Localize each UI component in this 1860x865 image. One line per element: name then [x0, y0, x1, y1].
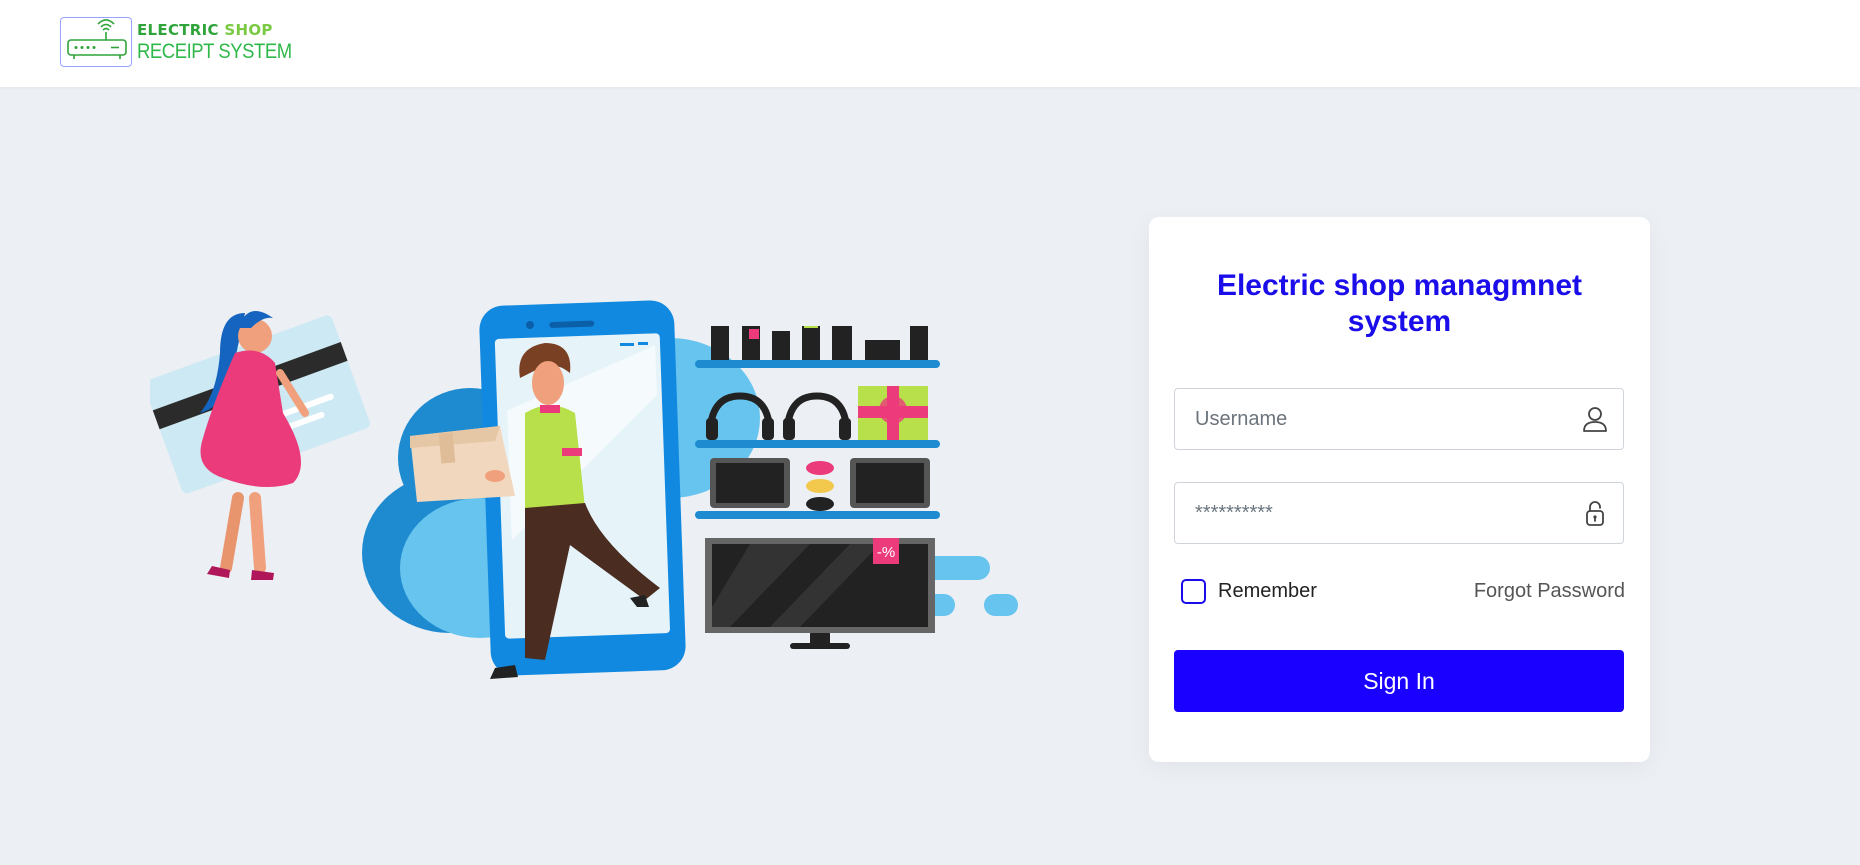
logo-word-shop: SHOP: [224, 20, 273, 39]
lock-icon: [1581, 499, 1609, 527]
remember-label: Remember: [1218, 580, 1317, 602]
top-navbar: ELECTRIC SHOP RECEIPT SYSTEM: [0, 0, 1860, 87]
discount-badge: -%: [877, 544, 895, 561]
router-icon: [60, 17, 132, 67]
page-title: Electric shop managmnet system: [1216, 269, 1583, 338]
login-card: Electric shop managmnet system Remember …: [1149, 217, 1650, 762]
forgot-password-link[interactable]: Forgot Password: [1474, 580, 1625, 603]
brand-logo[interactable]: ELECTRIC SHOP RECEIPT SYSTEM: [60, 17, 313, 67]
logo-word-electric: ELECTRIC: [137, 20, 219, 39]
sign-in-button[interactable]: Sign In: [1174, 650, 1624, 712]
remember-checkbox[interactable]: [1181, 579, 1206, 604]
electronics-shop-illustration: -%: [144, 298, 1030, 688]
logo-subtitle: RECEIPT SYSTEM: [137, 39, 292, 63]
password-field-wrapper: [1174, 482, 1624, 544]
password-input[interactable]: [1175, 483, 1565, 543]
remember-checkbox-row[interactable]: Remember: [1181, 579, 1317, 604]
logo-title: ELECTRIC SHOP: [137, 20, 313, 39]
user-icon: [1581, 405, 1609, 433]
username-input[interactable]: [1175, 389, 1565, 449]
username-field-wrapper: [1174, 388, 1624, 450]
